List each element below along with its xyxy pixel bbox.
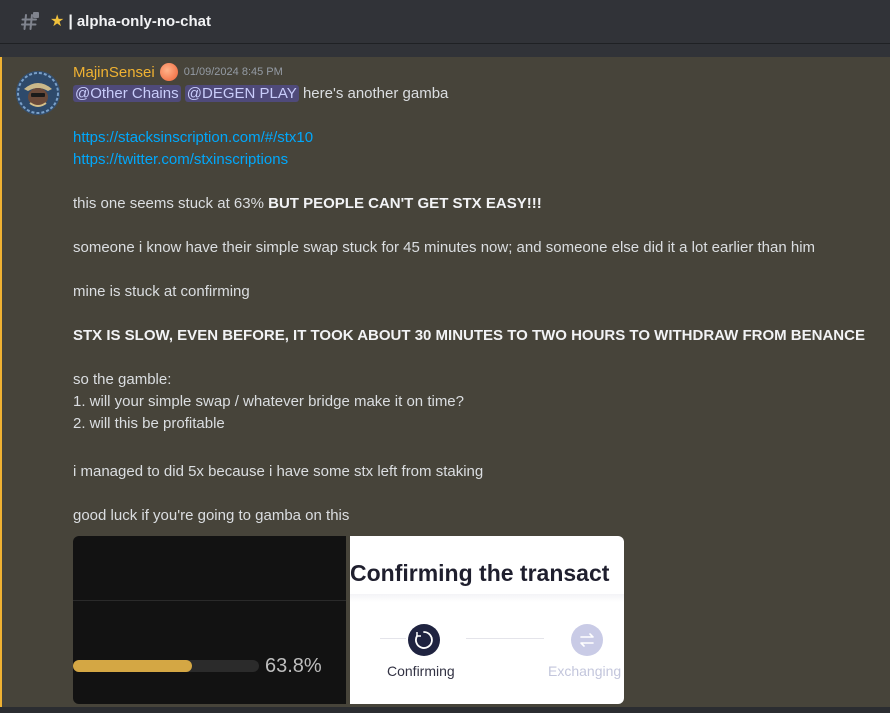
progress-bar-fill bbox=[73, 660, 192, 672]
link-stacksinscription[interactable]: https://stacksinscription.com/#/stx10 bbox=[73, 129, 313, 146]
text-stuck-bold: BUT PEOPLE CAN'T GET STX EASY!!! bbox=[268, 195, 542, 212]
image-attachment[interactable]: 63.8% Confirming the transact Confirming bbox=[73, 536, 624, 704]
step-exchanging-label: Exchanging bbox=[548, 663, 622, 679]
peach-icon bbox=[159, 63, 178, 81]
star-icon: ★ bbox=[50, 12, 65, 30]
progress-percent: 63.8% bbox=[265, 655, 322, 677]
text-stx-slow: STX IS SLOW, EVEN BEFORE, IT TOOK ABOUT … bbox=[73, 327, 865, 344]
text-question-2: 2. will this be profitable bbox=[73, 415, 225, 432]
mention-degen-play[interactable]: @DEGEN PLAY bbox=[184, 85, 299, 102]
text-gamble: so the gamble: bbox=[73, 371, 172, 388]
message-header: MajinSensei 01/09/2024 8:45 PM bbox=[73, 63, 283, 81]
channel-header: ★ | alpha-only-no-chat bbox=[0, 0, 890, 44]
progress-bar bbox=[73, 660, 259, 672]
avatar[interactable] bbox=[16, 71, 60, 115]
message-list: MajinSensei 01/09/2024 8:45 PM @Other Ch… bbox=[0, 45, 890, 713]
title-separator: | bbox=[68, 12, 73, 30]
text-managed: i managed to did 5x because i have some … bbox=[73, 463, 484, 480]
timestamp[interactable]: 01/09/2024 8:45 PM bbox=[184, 66, 283, 78]
confirm-screenshot[interactable]: Confirming the transact Confirming Excha… bbox=[350, 536, 624, 704]
text-luck: good luck if you're going to gamba on th… bbox=[73, 507, 350, 524]
text-question-1: 1. will your simple swap / whatever brid… bbox=[73, 393, 464, 410]
text-channel-lock-icon bbox=[20, 11, 40, 32]
loading-spinner-icon bbox=[408, 624, 440, 656]
channel-name[interactable]: alpha-only-no-chat bbox=[77, 13, 211, 30]
step-confirming-label: Confirming bbox=[387, 663, 455, 679]
exchange-icon bbox=[571, 624, 603, 656]
text-someone: someone i know have their simple swap st… bbox=[73, 239, 816, 256]
mention-other-chains[interactable]: @Other Chains bbox=[73, 85, 181, 102]
username[interactable]: MajinSensei bbox=[73, 64, 155, 81]
confirm-title: Confirming the transact bbox=[350, 560, 610, 586]
text-mine: mine is stuck at confirming bbox=[73, 283, 250, 300]
bottom-edge bbox=[0, 707, 890, 713]
progress-screenshot[interactable]: 63.8% bbox=[73, 536, 346, 704]
message-content: @Other Chains @DEGEN PLAY here's another… bbox=[73, 83, 873, 527]
message-text-first: here's another gamba bbox=[302, 85, 449, 102]
text-stuck-prefix: this one seems stuck at 63% bbox=[73, 195, 269, 212]
link-twitter[interactable]: https://twitter.com/stxinscriptions bbox=[73, 151, 288, 168]
highlighted-message: MajinSensei 01/09/2024 8:45 PM @Other Ch… bbox=[0, 57, 890, 713]
